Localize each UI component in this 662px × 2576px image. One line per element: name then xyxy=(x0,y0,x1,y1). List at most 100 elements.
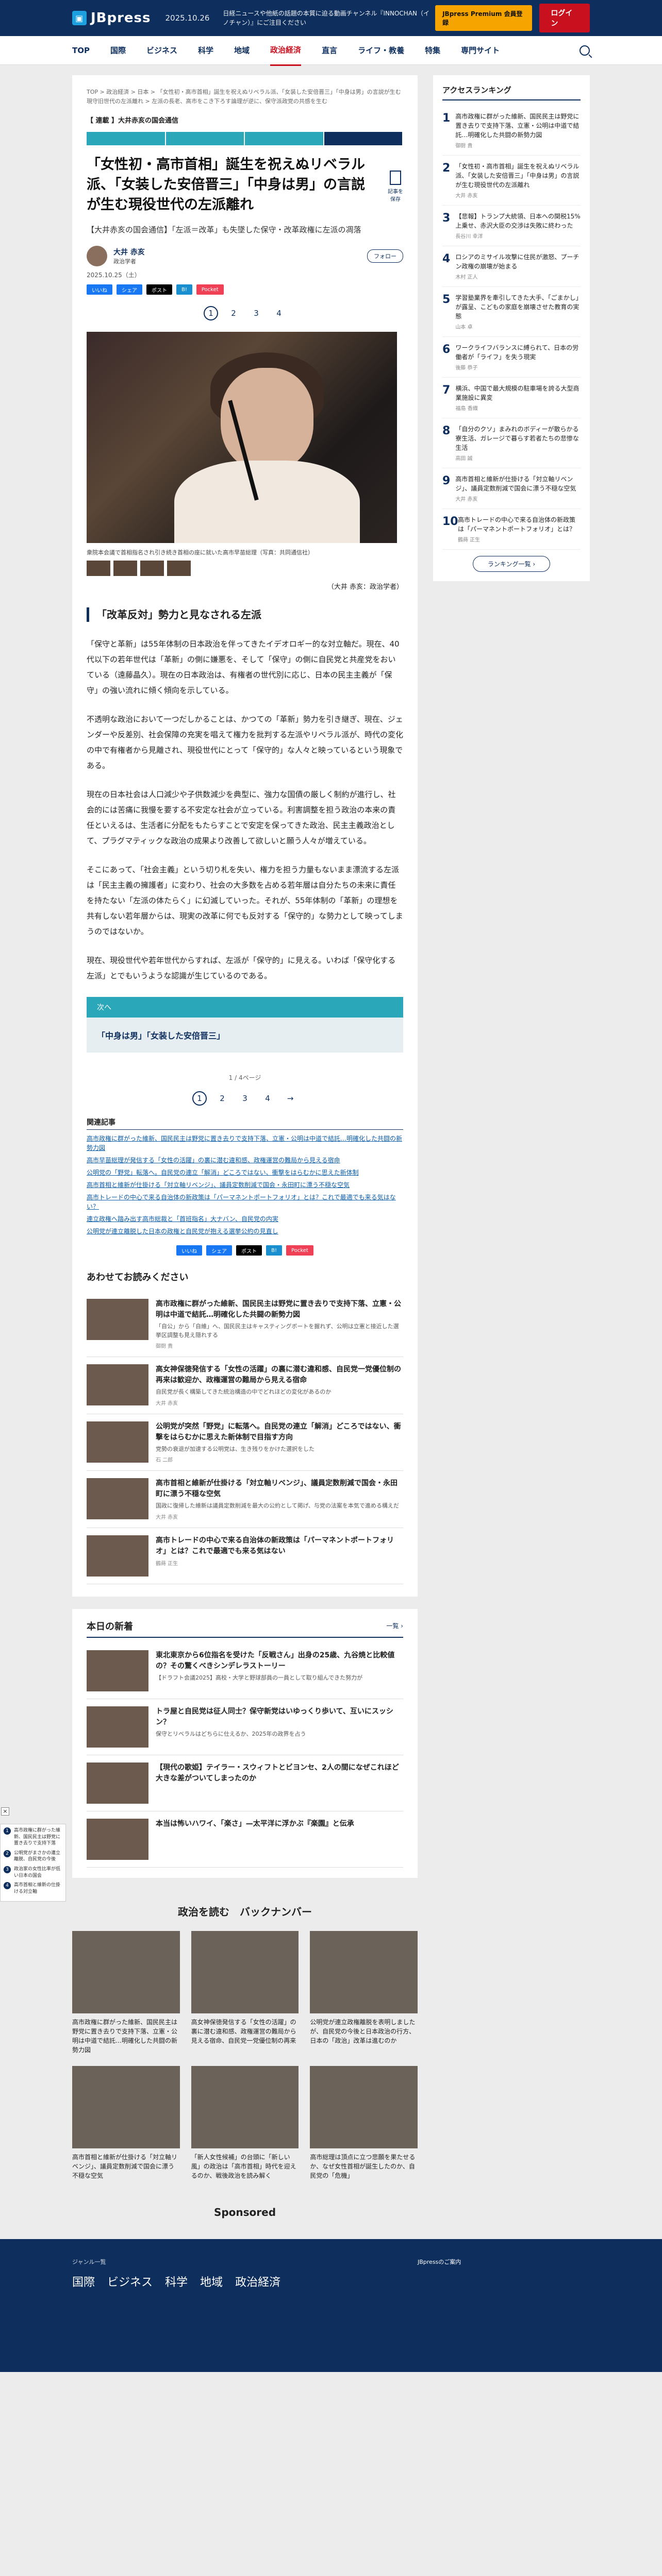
pager-page-4[interactable]: 4 xyxy=(260,1091,275,1106)
premium-button[interactable]: JBpress Premium 会員登録 xyxy=(435,5,533,31)
nav-science[interactable]: 科学 xyxy=(198,36,213,65)
politics-card[interactable]: 公明党が連立政権離脱を表明しましたが、自民党の今後と日本政治の行方、日本の「政治… xyxy=(310,1930,418,2055)
rank-number: 3 xyxy=(442,212,451,225)
thumbnail xyxy=(191,2065,299,2148)
list-item[interactable]: 高市トレードの中心で来る自治体の新政策は「パーマネントポートフォリオ」とは？これ… xyxy=(87,1528,403,1584)
pager-page-1[interactable]: 1 xyxy=(204,306,218,321)
pager-page-2[interactable]: 2 xyxy=(215,1091,229,1106)
ranking-item[interactable]: 2 「女性初・高市首相」誕生を祝えぬリベラル派、「女装した安倍晋三」「中身は男」の… xyxy=(442,156,581,206)
share-facebook[interactable]: シェア xyxy=(117,284,142,295)
list-item[interactable]: 公明党が突然「野党」に転落へ。自民党の連立「解消」どころではない、衝撃をはらむか… xyxy=(87,1414,403,1471)
share-pocket[interactable]: Pocket xyxy=(286,1245,313,1256)
share-hatena[interactable]: B! xyxy=(176,284,192,295)
avatar[interactable] xyxy=(87,246,107,267)
share-pocket[interactable]: Pocket xyxy=(196,284,224,295)
ranking-item[interactable]: 8 「自分のクソ」まみれのボディーが散らかる寮生活、ガレージで暮らす若者たちの悲惨… xyxy=(442,418,581,468)
related-link[interactable]: 高市トレードの中心で来る自治体の新政策は「パーマネントポートフォリオ」とは？これ… xyxy=(87,1193,403,1211)
float-item[interactable]: 3 政治家の女性比率が低い日本の国会 xyxy=(4,1866,62,1879)
pager-page-3[interactable]: 3 xyxy=(238,1091,252,1106)
pager-page-2[interactable]: 2 xyxy=(226,306,241,320)
login-button[interactable]: ログイン xyxy=(539,4,590,32)
politics-card[interactable]: 高市首相と維新が仕掛ける「対立軸リベンジ」、議員定数削減で国会に漂う不穏な空気 xyxy=(72,2065,180,2180)
rec-author: 御厨 貴 xyxy=(156,1344,173,1350)
float-item[interactable]: 2 公明党がまさかの連立離脱、自民党の今後 xyxy=(4,1850,62,1863)
ranking-item[interactable]: 3 【悲報】トランプ大統領、日本への関税15%上乗せ、赤沢大臣の交渉は失敗に終わっ… xyxy=(442,206,581,246)
politics-card[interactable]: 「新人女性候補」の台頭に「新しい風」の政治は「高市首相」時代を迎えるのか、戦後政… xyxy=(191,2065,299,2180)
related-link[interactable]: 高市政権に群がった維新、国民民主は野党に置き去りで支持下落、立憲・公明は中道で結… xyxy=(87,1134,403,1153)
logo[interactable]: ▣ JBpress xyxy=(72,10,151,26)
page-tab-1[interactable] xyxy=(87,132,166,146)
float-item[interactable]: 4 高市首相と維新の仕掛ける対立軸 xyxy=(4,1882,62,1895)
nav-life[interactable]: ライフ・教養 xyxy=(358,36,404,65)
thumbnail[interactable] xyxy=(140,561,164,577)
breadcrumb[interactable]: TOP > 政治経済 > 日本 > 「女性初・高市首相」誕生を祝えぬリベラル派、… xyxy=(87,88,403,106)
politics-card[interactable]: 高市政権に群がった維新、国民民主は野党に置き去りで支持下落、立憲・公明は中道で結… xyxy=(72,1930,180,2055)
bookmark-button[interactable]: 記事を保存 xyxy=(387,171,404,202)
next-page-link[interactable]: 次へ 「中身は男」「女装した安倍晋三」 xyxy=(87,997,403,1053)
nav-top[interactable]: TOP xyxy=(72,37,90,64)
list-item[interactable]: 高市首相と維新が仕掛ける「対立軸リベンジ」、議員定数削減で国会・永田町に漂う不穏… xyxy=(87,1471,403,1528)
footer-cat[interactable]: 国際 xyxy=(72,2273,95,2290)
nav-region[interactable]: 地域 xyxy=(234,36,250,65)
close-icon[interactable]: × xyxy=(1,1807,9,1816)
related-link[interactable]: 高市早苗総理が発信する「女性の活躍」の裏に潜む違和感、政権運営の難局から見える宿… xyxy=(87,1156,403,1165)
politics-card[interactable]: 高市総理は頂点に立つ悲願を果たせるか、なぜ女性首相が誕生したのか、自民党の「危機… xyxy=(310,2065,418,2180)
share-x[interactable]: ポスト xyxy=(236,1245,262,1256)
pager-page-3[interactable]: 3 xyxy=(249,306,263,320)
ranking-item[interactable]: 9 高市首相と維新が仕掛ける「対立軸リベンジ」、議員定数削減で国会に漂う不穏な空気… xyxy=(442,468,581,509)
ranking-item[interactable]: 7 横浜、中国で最大規模の駐車場を誇る大型商業施設に異変 福島 香織 xyxy=(442,378,581,418)
thumbnail[interactable] xyxy=(87,561,110,577)
related-link[interactable]: 高市首相と維新が仕掛ける「対立軸リベンジ」、議員定数削減で国会・永田町に漂う不穏… xyxy=(87,1180,403,1190)
page-tab-2[interactable] xyxy=(166,132,245,146)
nav-sites[interactable]: 専門サイト xyxy=(461,36,500,65)
list-item[interactable]: 本当は怖いハワイ、「楽さ」—太平洋に浮かぶ『楽園』と伝承 xyxy=(87,1811,403,1868)
related-link[interactable]: 連立政権へ踏み出す高市総裁と「首班指名」大ナバン、自民党の内実 xyxy=(87,1214,403,1224)
rec-desc: 「自公」から「自維」へ、国民民主はキャスティングボートを握れず、公明は立憲と接近… xyxy=(156,1323,399,1338)
share-facebook-like[interactable]: いいね xyxy=(87,284,112,295)
nav-opinion[interactable]: 直言 xyxy=(322,36,337,65)
search-icon[interactable] xyxy=(580,45,590,56)
footer-cat[interactable]: ビジネス xyxy=(107,2273,153,2290)
nav-business[interactable]: ビジネス xyxy=(146,36,177,65)
next-arrow-icon[interactable]: → xyxy=(283,1091,297,1106)
float-item[interactable]: 1 高市政権に群がった維新、国民民主は野党に置き去りで支持下落 xyxy=(4,1827,62,1847)
news-ticker[interactable]: 日経ニュースや他紙の話題の本質に迫る動画チャンネル『INNOCHAN（イノチャン… xyxy=(223,9,435,27)
footer-cat[interactable]: 地域 xyxy=(200,2273,223,2290)
ranking-item[interactable]: 4 ロシアのミサイル攻撃に住民が激怒、プーチン政権の崩壊が始まる 木村 正人 xyxy=(442,246,581,287)
nav-international[interactable]: 国際 xyxy=(110,36,126,65)
page-tab-3[interactable] xyxy=(245,132,324,146)
thumbnail[interactable] xyxy=(167,561,191,577)
article-photo[interactable] xyxy=(87,332,397,544)
related-link[interactable]: 公明党が連立離脱した日本の政権と自民党が抱える選挙公約の見直し xyxy=(87,1227,403,1236)
nav-politics[interactable]: 政治経済 xyxy=(270,35,302,66)
list-item[interactable]: 高女神保徳発信する「女性の活躍」の裏に潜む違和感、自民党一党優位制の再来は歓迎か… xyxy=(87,1357,403,1414)
ranking-item[interactable]: 5 学習塾業界を牽引してきた大手、「ごまかし」が露呈、こどもの家庭を崩壊させた教育… xyxy=(442,287,581,337)
share-x[interactable]: ポスト xyxy=(146,284,172,295)
nav-special[interactable]: 特集 xyxy=(425,36,440,65)
page-tab-4[interactable] xyxy=(324,132,403,146)
footer-cat[interactable]: 政治経済 xyxy=(235,2273,280,2290)
list-item[interactable]: 【現代の歌姫】テイラー・スウィフトとビヨンセ、2人の間になぜこれほど大きな差がつ… xyxy=(87,1755,403,1811)
follow-button[interactable]: フォロー xyxy=(367,249,403,263)
politics-card[interactable]: 高女神保徳発信する「女性の活躍」の裏に潜む違和感、政権運営の難局から見える宿命、… xyxy=(191,1930,299,2055)
related-link[interactable]: 公明党の「野党」転落へ。自民党の連立「解消」どころではない、衝撃をはらむかに思え… xyxy=(87,1168,403,1177)
rank-author: 山本 卓 xyxy=(455,325,473,330)
pager-page-1[interactable]: 1 xyxy=(192,1091,207,1106)
footer-cat[interactable]: 科学 xyxy=(165,2273,188,2290)
share-facebook-like[interactable]: いいね xyxy=(176,1245,203,1256)
ranking-more-button[interactable]: ランキング一覧 › xyxy=(472,556,551,572)
share-facebook[interactable]: シェア xyxy=(206,1245,233,1256)
author-name[interactable]: 大井 赤亥 xyxy=(113,247,145,257)
thumbnail[interactable] xyxy=(113,561,137,577)
series-label[interactable]: 【 連載 】大井赤亥の国会通信 xyxy=(87,115,403,125)
new-news-more[interactable]: 一覧 › xyxy=(386,1621,403,1630)
ranking-item[interactable]: 6 ワークライフバランスに縛られて、日本の労働者が「ライフ」を失う現実 後藤 恭子 xyxy=(442,337,581,378)
ranking-item[interactable]: 1 高市政権に群がった維新、国民民主は野党に置き去りで支持下落、立憲・公明は中道で… xyxy=(442,106,581,156)
list-item[interactable]: トラ屋と自民党は征人同士？保守新党はいゆっくり歩いて、互いにスッシン？ 保守とリベ… xyxy=(87,1699,403,1755)
list-item[interactable]: 高市政権に群がった維新、国民民主は野党に置き去りで支持下落、立憲・公明は中道で結… xyxy=(87,1292,403,1358)
list-item[interactable]: 東北東京から6位指名を受けた「反戦さん」出身の25歳、九谷焼と比較値の？その驚く… xyxy=(87,1643,403,1699)
share-hatena[interactable]: B! xyxy=(266,1245,283,1256)
pager-page-4[interactable]: 4 xyxy=(272,306,286,320)
ranking-item[interactable]: 10 高市トレードの中心で来る自治体の新政策は「パーマネントポートフォリオ」とは？… xyxy=(442,509,581,550)
footer-right[interactable]: JBpressのご案内 xyxy=(418,2258,461,2266)
